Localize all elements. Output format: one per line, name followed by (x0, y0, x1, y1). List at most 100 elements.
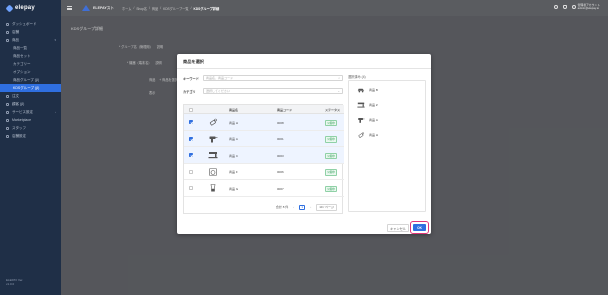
selected-item[interactable]: 商品 B (357, 85, 417, 95)
page-size-select[interactable]: 10 / ページ (316, 203, 337, 211)
product-name: 商品 F (229, 170, 238, 174)
breadcrumb-separator: / (190, 5, 192, 10)
table-row[interactable]: 商品 F 0006 公開中 (184, 164, 344, 180)
nav-icon (6, 110, 9, 114)
breadcrumb: ホーム / Shop名 / 商品 / KDSグループ一覧 / KDSグループ詳細 (122, 6, 219, 11)
product-code: 0007 (277, 186, 284, 191)
nav-icon (6, 118, 9, 122)
sidebar-item-label: 店舗 (12, 29, 19, 34)
user-menu[interactable]: 管理者アカウント admin@elepay.io (571, 3, 600, 11)
product-thumbnail-icon (208, 150, 218, 160)
nav-icon (6, 102, 9, 106)
sidebar-item-label: カテゴリー (13, 61, 31, 66)
table-row[interactable]: 商品 H 0008 公開中 (184, 114, 344, 131)
table-row[interactable]: 商品 C 0003 公開中 (184, 147, 344, 164)
sidebar-item-label: スタッフ (12, 125, 26, 130)
help-icon[interactable] (553, 5, 558, 10)
column-header-status[interactable]: ステータス (325, 108, 340, 112)
keyword-placeholder: 商品名、商品コード (206, 76, 234, 80)
logo-icon (5, 4, 14, 12)
table-row[interactable]: 商品 A 0001 公開中 (184, 130, 344, 147)
sidebar-item[interactable]: ダッシュボード (0, 20, 61, 28)
product-name: 商品 A (229, 137, 238, 141)
row-checkbox[interactable] (189, 120, 193, 124)
row-checkbox[interactable] (189, 186, 193, 190)
sidebar-item-label: 店舗設定 (12, 133, 26, 138)
sidebar-item-label: 注文 (12, 93, 19, 98)
top-header: ELEPAYスト ホーム / Shop名 / 商品 / KDSグループ一覧 / KDSグ… (61, 0, 608, 16)
nav-icon (6, 126, 9, 130)
sidebar-item[interactable]: オプション (0, 68, 61, 76)
table-row[interactable]: 商品 G 0007 公開中 (184, 180, 344, 197)
product-thumbnail-icon (208, 134, 218, 144)
sidebar-item[interactable]: KDSグループ (β) (0, 84, 61, 92)
sidebar-item[interactable]: スタッフ (0, 124, 61, 132)
user-avatar-icon (571, 5, 576, 10)
sidebar-item[interactable]: 商品 ▾ (0, 36, 61, 44)
breadcrumb-current: KDSグループ詳細 (193, 6, 220, 11)
pagination-total: 合計 8 件 (275, 205, 289, 209)
sidebar-item[interactable]: 顧客 (β) (0, 100, 61, 108)
sidebar-item[interactable]: 店舗 (0, 28, 61, 36)
breadcrumb-separator: / (160, 5, 162, 10)
prev-page-button[interactable]: ‹ (291, 205, 296, 210)
row-checkbox[interactable] (189, 153, 193, 157)
sidebar-item[interactable]: 商品セット (0, 52, 61, 60)
select-all-checkbox[interactable] (189, 107, 193, 112)
selected-item-name: 商品 A (369, 118, 378, 122)
selected-item[interactable]: 商品 H (357, 130, 417, 140)
breadcrumb-item[interactable]: KDSグループ一覧 (163, 6, 189, 11)
row-checkbox[interactable] (189, 169, 193, 174)
sidebar-item-label: サービス設定 (12, 109, 33, 114)
keyword-label: キーワード (183, 76, 199, 81)
product-code: 0001 (277, 137, 284, 141)
sidebar-item-label: 顧客 (β) (12, 101, 25, 106)
breadcrumb-item[interactable]: Shop名 (136, 6, 147, 11)
product-thumbnail-icon (357, 131, 365, 139)
breadcrumb-separator: / (148, 5, 150, 10)
selected-item[interactable]: 商品 Z (357, 100, 417, 110)
sidebar-item-label: 商品一覧 (13, 45, 27, 50)
ok-button[interactable]: OK (413, 224, 426, 231)
brand-logo[interactable]: elepay (5, 4, 35, 12)
category-filter: カテゴリ 選択してください ⌄ (183, 87, 343, 95)
product-table: 商品名 商品コード ステータス 商品 H 0008 公開中商品 A 0001 公開中商品… (183, 104, 344, 214)
search-icon[interactable]: ⌕ (338, 76, 340, 80)
modal-divider (177, 68, 431, 69)
breadcrumb-item[interactable]: ホーム (122, 6, 131, 11)
column-header-name[interactable]: 商品名 (229, 108, 238, 112)
bell-icon[interactable] (562, 5, 567, 10)
product-code: 0006 (277, 170, 284, 174)
row-checkbox[interactable] (189, 136, 193, 141)
next-page-button[interactable]: › (308, 205, 313, 210)
chevron-icon: › (55, 110, 56, 114)
nav-icon (6, 134, 9, 138)
sidebar-item[interactable]: サービス設定 › (0, 108, 61, 116)
sidebar-item-label: ダッシュボード (12, 21, 37, 26)
sidebar-item[interactable]: 商品一覧 (0, 44, 61, 52)
cancel-button[interactable]: キャンセル (387, 224, 409, 232)
brand-name: elepay (15, 5, 35, 11)
keyword-input[interactable]: 商品名、商品コード ⌕ (203, 75, 343, 81)
sidebar-item[interactable]: カテゴリー (0, 60, 61, 68)
version-value: v1.0.0 (6, 282, 15, 286)
breadcrumb-item[interactable]: 商品 (152, 6, 158, 11)
sidebar-footer: ELEPAY Ver. v1.0.0 (6, 278, 23, 286)
column-header-code[interactable]: 商品コード (277, 108, 292, 112)
status-badge: 公開中 (325, 119, 338, 127)
header-actions: 管理者アカウント admin@elepay.io (553, 3, 600, 11)
selected-list: 商品 B 商品 Z 商品 A 商品 H (348, 80, 426, 212)
nav-icon (6, 30, 9, 34)
category-select[interactable]: 選択してください ⌄ (203, 88, 343, 94)
nav-icon (6, 38, 9, 42)
sidebar-item[interactable]: 商品グループ (β) (0, 76, 61, 84)
sidebar-item-label: 商品 (12, 37, 19, 42)
page-number-button[interactable]: 1 (299, 204, 306, 210)
store-name[interactable]: ELEPAYスト (93, 6, 114, 11)
menu-icon[interactable] (67, 6, 72, 10)
sidebar-item[interactable]: Marketplace (0, 116, 61, 124)
chevron-icon: ▾ (54, 38, 56, 42)
selected-item[interactable]: 商品 A (357, 115, 417, 125)
sidebar-item[interactable]: 注文 (0, 92, 61, 100)
sidebar-item[interactable]: 店舗設定 (0, 132, 61, 140)
